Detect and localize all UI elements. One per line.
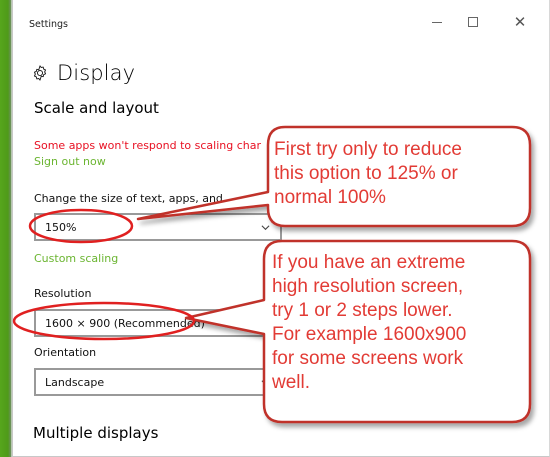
desktop-background-edge xyxy=(0,0,12,457)
scale-dropdown-value: 150% xyxy=(45,221,77,234)
callout-line: well. xyxy=(272,372,311,393)
page-header: Display xyxy=(31,61,135,85)
scaling-warning-text: Some apps won't respond to scaling char xyxy=(34,139,262,152)
close-icon: ✕ xyxy=(513,12,527,31)
size-label: Change the size of text, apps, and xyxy=(34,192,223,205)
resolution-dropdown[interactable]: 1600 × 900 (Recommended) xyxy=(34,309,282,337)
orientation-dropdown-value: Landscape xyxy=(45,376,105,389)
callout-text-resolution: If you have an extreme high resolution s… xyxy=(272,251,466,395)
chevron-down-icon xyxy=(261,225,270,231)
close-button[interactable]: ✕ xyxy=(509,11,531,33)
maximize-button[interactable] xyxy=(462,11,484,33)
orientation-label: Orientation xyxy=(34,346,97,359)
resolution-label: Resolution xyxy=(34,287,92,300)
screenshot-frame: Settings ✕ Display Scale and layout Some… xyxy=(0,0,550,457)
callout-line: this option to 125% or xyxy=(274,163,458,184)
callout-line: For example 1600x900 xyxy=(272,324,467,345)
callout-line: If you have an extreme xyxy=(272,252,466,273)
callout-line: try 1 or 2 steps lower. xyxy=(272,300,453,321)
window-title: Settings xyxy=(29,19,68,30)
sign-out-link[interactable]: Sign out now xyxy=(34,155,106,168)
callout-text-scale: First try only to reduce this option to … xyxy=(274,138,462,210)
chevron-down-icon xyxy=(261,380,270,386)
scale-dropdown[interactable]: 150% xyxy=(34,213,282,241)
callout-line: high resolution screen, xyxy=(272,276,464,297)
callout-line: First try only to reduce xyxy=(274,139,462,160)
title-bar[interactable]: Settings ✕ xyxy=(13,0,549,40)
page-title: Display xyxy=(57,61,136,85)
maximize-icon xyxy=(468,17,478,27)
section-heading-multiple-displays: Multiple displays xyxy=(33,424,159,442)
orientation-dropdown[interactable]: Landscape xyxy=(34,368,282,396)
section-heading-scale-layout: Scale and layout xyxy=(34,99,159,117)
callout-line: for some screens work xyxy=(272,348,464,369)
minimize-button[interactable] xyxy=(426,11,448,33)
gear-icon xyxy=(31,64,49,82)
minimize-icon xyxy=(432,21,442,23)
callout-line: normal 100% xyxy=(274,187,386,208)
custom-scaling-link[interactable]: Custom scaling xyxy=(34,252,118,265)
resolution-dropdown-value: 1600 × 900 (Recommended) xyxy=(45,317,205,330)
